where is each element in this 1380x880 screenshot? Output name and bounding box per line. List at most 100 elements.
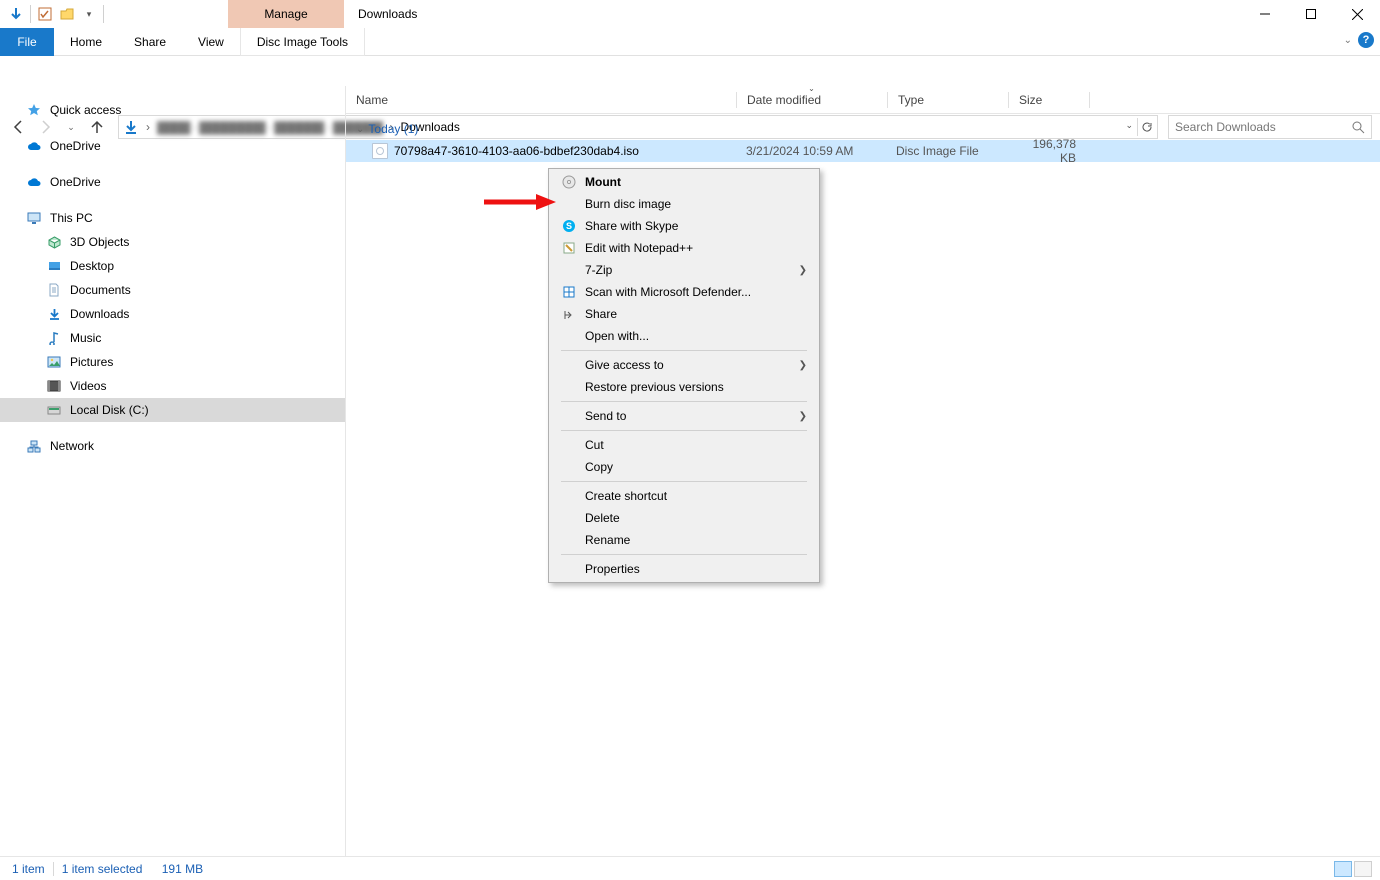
ribbon-right: ⌄ ? <box>1344 32 1374 48</box>
download-icon <box>46 306 62 322</box>
ctx-rename[interactable]: Rename <box>551 529 817 551</box>
sidebar-music[interactable]: Music <box>0 326 345 350</box>
sidebar-onedrive[interactable]: OneDrive <box>0 134 345 158</box>
document-icon <box>46 282 62 298</box>
notepad-icon <box>561 240 577 256</box>
view-toggle <box>1334 861 1372 877</box>
sidebar-3d-objects[interactable]: 3D Objects <box>0 230 345 254</box>
sidebar-item-label: 3D Objects <box>70 235 129 249</box>
status-selection-size: 191 MB <box>162 862 203 876</box>
home-tab[interactable]: Home <box>54 28 118 56</box>
sidebar-item-label: OneDrive <box>50 175 101 189</box>
ctx-share-skype[interactable]: S Share with Skype <box>551 215 817 237</box>
sidebar-videos[interactable]: Videos <box>0 374 345 398</box>
column-type[interactable]: Type <box>888 86 1008 113</box>
ctx-burn-disc-image[interactable]: Burn disc image <box>551 193 817 215</box>
context-menu: Mount Burn disc image S Share with Skype… <box>548 168 820 583</box>
skype-icon: S <box>561 218 577 234</box>
column-date[interactable]: Date modified⌄ <box>737 86 887 113</box>
status-selection: 1 item selected <box>62 862 143 876</box>
details-view-button[interactable] <box>1334 861 1352 877</box>
sidebar-this-pc[interactable]: This PC <box>0 206 345 230</box>
titlebar: ▾ Manage Downloads File Home Share View … <box>0 0 1380 56</box>
video-icon <box>46 378 62 394</box>
ctx-defender-scan[interactable]: Scan with Microsoft Defender... <box>551 281 817 303</box>
minimize-button[interactable] <box>1242 0 1288 28</box>
network-icon <box>26 438 42 454</box>
sidebar-onedrive[interactable]: OneDrive <box>0 170 345 194</box>
sidebar-downloads[interactable]: Downloads <box>0 302 345 326</box>
sidebar-item-label: Network <box>50 439 94 453</box>
status-item-count: 1 item <box>12 862 45 876</box>
chevron-right-icon: ❯ <box>799 411 807 422</box>
file-tab[interactable]: File <box>0 28 54 56</box>
column-headers: Name Date modified⌄ Type Size <box>346 86 1380 114</box>
group-label: Today (1) <box>368 122 418 136</box>
ctx-7zip[interactable]: 7-Zip❯ <box>551 259 817 281</box>
sidebar-item-label: This PC <box>50 211 93 225</box>
help-icon[interactable]: ? <box>1358 32 1374 48</box>
ctx-open-with[interactable]: Open with... <box>551 325 817 347</box>
large-icons-view-button[interactable] <box>1354 861 1372 877</box>
chevron-right-icon: ❯ <box>799 360 807 371</box>
sidebar-item-label: OneDrive <box>50 139 101 153</box>
ctx-share[interactable]: Share <box>551 303 817 325</box>
maximize-button[interactable] <box>1288 0 1334 28</box>
ctx-notepad-plus-plus[interactable]: Edit with Notepad++ <box>551 237 817 259</box>
ctx-properties[interactable]: Properties <box>551 558 817 580</box>
down-arrow-icon[interactable] <box>8 6 24 22</box>
ctx-send-to[interactable]: Send to❯ <box>551 405 817 427</box>
sidebar-item-label: Videos <box>70 379 106 393</box>
picture-icon <box>46 354 62 370</box>
ctx-delete[interactable]: Delete <box>551 507 817 529</box>
sidebar-desktop[interactable]: Desktop <box>0 254 345 278</box>
sidebar-pictures[interactable]: Pictures <box>0 350 345 374</box>
sidebar-item-label: Local Disk (C:) <box>70 403 149 417</box>
qat-customize-dropdown[interactable]: ▾ <box>81 6 97 22</box>
view-tab[interactable]: View <box>182 28 240 56</box>
cloud-icon <box>26 174 42 190</box>
ctx-mount[interactable]: Mount <box>551 171 817 193</box>
window-controls <box>1242 0 1380 28</box>
sidebar-documents[interactable]: Documents <box>0 278 345 302</box>
ctx-create-shortcut[interactable]: Create shortcut <box>551 485 817 507</box>
ctx-cut[interactable]: Cut <box>551 434 817 456</box>
ctx-restore-versions[interactable]: Restore previous versions <box>551 376 817 398</box>
ribbon-tabs: File Home Share View Disc Image Tools <box>0 28 1380 56</box>
folder-icon[interactable] <box>59 6 75 22</box>
close-button[interactable] <box>1334 0 1380 28</box>
disc-image-tools-tab[interactable]: Disc Image Tools <box>240 28 365 56</box>
sidebar-item-label: Music <box>70 331 101 345</box>
ribbon-collapse-icon[interactable]: ⌄ <box>1344 35 1352 46</box>
monitor-icon <box>26 210 42 226</box>
ctx-give-access[interactable]: Give access to❯ <box>551 354 817 376</box>
iso-file-icon <box>372 143 388 159</box>
cube-icon <box>46 234 62 250</box>
file-size: 196,378 KB <box>1006 137 1086 165</box>
ctx-copy[interactable]: Copy <box>551 456 817 478</box>
music-icon <box>46 330 62 346</box>
file-name: 70798a47-3610-4103-aa06-bdbef230dab4.iso <box>394 144 639 158</box>
sidebar-item-label: Desktop <box>70 259 114 273</box>
file-date: 3/21/2024 10:59 AM <box>736 144 886 158</box>
column-size[interactable]: Size <box>1009 86 1089 113</box>
file-row[interactable]: 70798a47-3610-4103-aa06-bdbef230dab4.iso… <box>346 140 1380 162</box>
disc-icon <box>561 174 577 190</box>
manage-context-tab-header[interactable]: Manage <box>228 0 344 28</box>
sidebar-local-disk[interactable]: Local Disk (C:) <box>0 398 345 422</box>
star-icon <box>26 102 42 118</box>
sidebar-quick-access[interactable]: Quick access <box>0 98 345 122</box>
sort-indicator-icon: ⌄ <box>808 84 815 93</box>
status-bar: 1 item 1 item selected 191 MB <box>0 856 1380 880</box>
sidebar-item-label: Quick access <box>50 103 121 117</box>
chevron-down-icon: ⌄ <box>356 124 364 135</box>
quick-access-toolbar: ▾ <box>0 0 112 28</box>
desktop-icon <box>46 258 62 274</box>
properties-check-icon[interactable] <box>37 6 53 22</box>
chevron-right-icon: ❯ <box>799 265 807 276</box>
column-name[interactable]: Name <box>346 86 736 113</box>
sidebar-item-label: Pictures <box>70 355 113 369</box>
sidebar-network[interactable]: Network <box>0 434 345 458</box>
group-today[interactable]: ⌄ Today (1) <box>346 114 1380 140</box>
share-tab[interactable]: Share <box>118 28 182 56</box>
